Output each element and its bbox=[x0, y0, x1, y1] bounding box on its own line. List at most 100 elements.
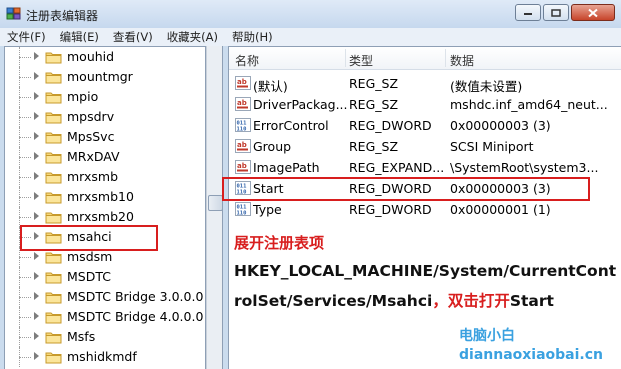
expand-arrow-icon[interactable] bbox=[34, 52, 39, 60]
menu-favorites[interactable]: 收藏夹(A) bbox=[160, 29, 225, 45]
close-icon bbox=[588, 8, 598, 17]
registry-value-row[interactable]: ab DriverPackag... REG_SZ mshdc.inf_amd64_n… bbox=[229, 94, 621, 115]
tree-connector bbox=[19, 317, 31, 318]
svg-text:110: 110 bbox=[237, 127, 247, 133]
annotation-instruction: ，双击打开 bbox=[432, 292, 510, 310]
tree-item[interactable]: mrxsmb bbox=[5, 167, 205, 187]
value-name: ImagePath bbox=[253, 160, 320, 175]
column-divider bbox=[345, 49, 346, 67]
value-type: REG_SZ bbox=[349, 97, 399, 112]
tree-connector bbox=[19, 97, 31, 98]
tree-item[interactable]: mrxsmb20 bbox=[5, 207, 205, 227]
svg-text:ab: ab bbox=[237, 78, 247, 86]
tree-item[interactable]: mountmgr bbox=[5, 67, 205, 87]
value-type: REG_EXPAND... bbox=[349, 160, 445, 175]
menu-edit[interactable]: 编辑(E) bbox=[53, 29, 106, 45]
watermark-url: diannaoxiaobai.cn bbox=[459, 347, 604, 363]
expand-arrow-icon[interactable] bbox=[34, 252, 39, 260]
tree-connector bbox=[19, 177, 31, 178]
expand-arrow-icon[interactable] bbox=[34, 212, 39, 220]
tree-item[interactable]: mrxsmb10 bbox=[5, 187, 205, 207]
tree-item[interactable]: MSDTC Bridge 4.0.0.0 bbox=[5, 307, 205, 327]
tree-item-label: MSDTC bbox=[67, 269, 111, 284]
column-header-type[interactable]: 类型 bbox=[349, 52, 373, 69]
value-name: Group bbox=[253, 139, 292, 154]
annotation-title: 展开注册表项 bbox=[234, 234, 325, 252]
window-title: 注册表编辑器 bbox=[26, 9, 99, 23]
tree-item[interactable]: MRxDAV bbox=[5, 147, 205, 167]
list-header: 名称 类型 数据 bbox=[229, 47, 621, 70]
expand-arrow-icon[interactable] bbox=[34, 352, 39, 360]
registry-value-row[interactable]: ab (默认) REG_SZ (数值未设置) bbox=[229, 73, 621, 94]
tree-connector bbox=[19, 257, 31, 258]
tree-item-label: mpio bbox=[67, 89, 99, 104]
registry-key-tree[interactable]: mouhid mountmgr mpio mpsdrv MpsSvc MRxDAV mrxs… bbox=[4, 46, 206, 369]
expand-arrow-icon[interactable] bbox=[34, 292, 39, 300]
string-value-icon: ab bbox=[235, 76, 251, 90]
expand-arrow-icon[interactable] bbox=[34, 192, 39, 200]
svg-text:110: 110 bbox=[237, 211, 247, 217]
tree-connector bbox=[19, 357, 31, 358]
dword-value-icon: 011110 bbox=[235, 202, 251, 216]
tree-item-label: msdsm bbox=[67, 249, 113, 264]
menu-file[interactable]: 文件(F) bbox=[0, 29, 53, 45]
expand-arrow-icon[interactable] bbox=[34, 312, 39, 320]
value-name: ErrorControl bbox=[253, 118, 329, 133]
tree-item[interactable]: MSDTC Bridge 3.0.0.0 bbox=[5, 287, 205, 307]
tree-item[interactable]: Msfs bbox=[5, 327, 205, 347]
string-value-icon: ab bbox=[235, 160, 251, 174]
value-data: 0x00000001 (1) bbox=[450, 202, 551, 217]
expand-arrow-icon[interactable] bbox=[34, 172, 39, 180]
registry-editor-icon bbox=[6, 7, 21, 20]
tree-item[interactable]: MpsSvc bbox=[5, 127, 205, 147]
expand-arrow-icon[interactable] bbox=[34, 112, 39, 120]
watermark-brand-name: 电脑小白 bbox=[459, 328, 515, 344]
folder-icon bbox=[45, 112, 62, 124]
expand-arrow-icon[interactable] bbox=[34, 152, 39, 160]
expand-arrow-icon[interactable] bbox=[34, 132, 39, 140]
tree-connector bbox=[19, 157, 31, 158]
folder-icon bbox=[45, 312, 62, 324]
value-data: 0x00000003 (3) bbox=[450, 118, 551, 133]
tree-item-label: mpsdrv bbox=[67, 109, 115, 124]
menu-view[interactable]: 查看(V) bbox=[106, 29, 160, 45]
expand-arrow-icon[interactable] bbox=[34, 92, 39, 100]
tree-item[interactable]: mouhid bbox=[5, 47, 205, 67]
tree-item[interactable]: MSDTC bbox=[5, 267, 205, 287]
tree-scrollbar[interactable] bbox=[206, 46, 223, 369]
menu-bar: 文件(F) 编辑(E) 查看(V) 收藏夹(A) 帮助(H) bbox=[0, 28, 621, 46]
column-header-name[interactable]: 名称 bbox=[235, 52, 259, 69]
registry-value-row[interactable]: 011 110 Type REG_DWORD 0x00000001 (1) bbox=[229, 199, 621, 220]
tree-item[interactable]: mpsdrv bbox=[5, 107, 205, 127]
tree-connector bbox=[19, 337, 31, 338]
minimize-button[interactable] bbox=[515, 4, 541, 21]
tree-item[interactable]: mshidkmdf bbox=[5, 347, 205, 367]
tree-item-label: mouhid bbox=[67, 49, 115, 64]
value-data: mshdc.inf_amd64_neut... bbox=[450, 97, 608, 112]
value-name: Type bbox=[253, 202, 282, 217]
tree-connector bbox=[19, 77, 31, 78]
tree-connector bbox=[19, 137, 31, 138]
registry-value-list[interactable]: 名称 类型 数据 ab (默认) REG_SZ (数值未设置) ab DriverPack… bbox=[228, 46, 621, 369]
tree-item[interactable]: mpio bbox=[5, 87, 205, 107]
column-header-data[interactable]: 数据 bbox=[450, 52, 474, 69]
tree-scrollbar-thumb[interactable] bbox=[208, 195, 223, 211]
expand-arrow-icon[interactable] bbox=[34, 272, 39, 280]
tree-item-label: MSDTC Bridge 4.0.0.0 bbox=[67, 309, 204, 324]
value-data: (数值未设置) bbox=[450, 79, 523, 94]
expand-arrow-icon[interactable] bbox=[34, 72, 39, 80]
svg-text:ab: ab bbox=[237, 162, 247, 170]
registry-value-row[interactable]: 011 110 ErrorControl REG_DWORD 0x00000003 (3… bbox=[229, 115, 621, 136]
annotation-path-line1: HKEY_LOCAL_MACHINE/System/CurrentCont bbox=[234, 262, 617, 280]
title-bar: 注册表编辑器 bbox=[0, 0, 621, 28]
registry-value-row[interactable]: ab ImagePath REG_EXPAND... \SystemRoot\syst… bbox=[229, 157, 621, 178]
string-value-icon: ab bbox=[235, 139, 251, 153]
tree-connector bbox=[19, 297, 31, 298]
registry-value-row[interactable]: ab Group REG_SZ SCSI Miniport bbox=[229, 136, 621, 157]
annotation-path-tail: rolSet/Services/Msahci bbox=[234, 292, 433, 310]
maximize-button[interactable] bbox=[543, 4, 569, 21]
menu-help[interactable]: 帮助(H) bbox=[225, 29, 280, 45]
expand-arrow-icon[interactable] bbox=[34, 332, 39, 340]
tree-connector bbox=[19, 217, 31, 218]
close-button[interactable] bbox=[571, 4, 615, 21]
